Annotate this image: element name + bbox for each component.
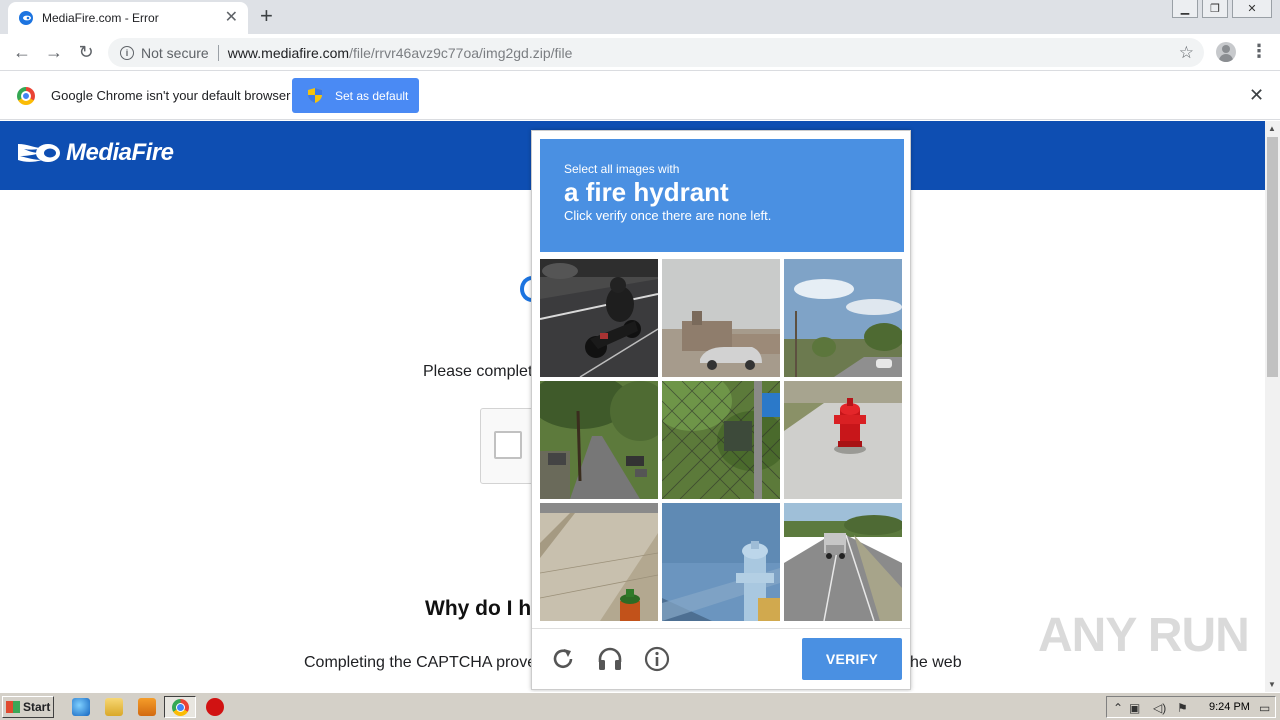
restore-icon[interactable]: ❐ [1202, 0, 1228, 18]
url-path: /file/rrvr46avz9c77oa/img2gd.zip/file [349, 44, 573, 61]
tile-motorcycle[interactable] [540, 259, 658, 377]
recaptcha-checkbox[interactable] [494, 431, 522, 459]
bookmark-star-icon[interactable]: ☆ [1179, 43, 1194, 63]
set-as-default-label: Set as default [335, 88, 409, 103]
start-button[interactable]: Start [2, 696, 54, 718]
set-as-default-button[interactable]: Set as default [292, 78, 419, 113]
reload-icon[interactable]: ↻ [76, 42, 96, 62]
mediafire-favicon-icon [19, 11, 33, 25]
chrome-taskbar-icon [172, 699, 189, 716]
info-icon[interactable]: i [120, 45, 134, 60]
mediafire-logo-text: MediaFire [66, 139, 174, 166]
uac-shield-icon [308, 88, 322, 103]
address-bar[interactable]: i Not secure www.mediafire.com/file/rrvr… [108, 38, 1204, 67]
start-label: Start [23, 700, 51, 714]
security-label: Not secure [141, 44, 209, 61]
infobar-close-icon[interactable]: ✕ [1249, 85, 1264, 105]
opera-icon[interactable] [206, 698, 224, 716]
profile-avatar-icon[interactable] [1216, 42, 1236, 62]
window-close-icon[interactable]: ✕ [1232, 0, 1272, 18]
windows-taskbar: Start ⌃ ▣ ◁) ⚑ 9:24 PM ▭ [0, 692, 1280, 720]
challenge-image-grid [540, 259, 904, 621]
tab-strip: MediaFire.com - Error ✕ + ▁ ❐ ✕ [0, 0, 1280, 34]
reload-challenge-icon[interactable] [550, 646, 576, 672]
action-center-flag-icon[interactable]: ⚑ [1177, 701, 1188, 715]
explanation-text: Completing the CAPTCHA prove [304, 654, 537, 671]
tile-sidewalk-hydrant[interactable] [540, 503, 658, 621]
volume-icon[interactable]: ◁) [1153, 701, 1166, 715]
challenge-target: a fire hydrant [564, 177, 729, 207]
default-browser-infobar: Google Chrome isn't your default browser… [0, 72, 1280, 120]
tile-highway-truck[interactable] [784, 503, 902, 621]
tab-mediafire[interactable]: MediaFire.com - Error ✕ [8, 2, 248, 34]
help-info-icon[interactable] [644, 646, 670, 672]
browser-toolbar: ← → ↻ i Not secure www.mediafire.com/fil… [0, 34, 1280, 71]
tile-blue-hydrant[interactable] [662, 503, 780, 621]
chrome-logo-icon [17, 87, 35, 105]
url-host: www.mediafire.com [227, 44, 350, 61]
verify-button[interactable]: VERIFY [802, 638, 902, 680]
challenge-hint: Click verify once there are none left. [564, 208, 772, 223]
new-tab-icon[interactable]: + [260, 5, 273, 27]
tab-close-icon[interactable]: ✕ [225, 10, 238, 26]
forward-arrow-icon[interactable]: → [44, 42, 64, 62]
media-player-icon[interactable] [138, 698, 156, 716]
back-arrow-icon[interactable]: ← [12, 42, 32, 62]
challenge-header: Select all images with a fire hydrant Cl… [540, 139, 904, 252]
scroll-up-icon[interactable]: ▲ [1268, 124, 1276, 133]
internet-explorer-icon[interactable] [72, 698, 90, 716]
captcha-instruction-text: Please complet [423, 363, 533, 380]
tile-road-sky[interactable] [784, 259, 902, 377]
tray-expand-icon[interactable]: ⌃ [1113, 701, 1123, 715]
scroll-down-icon[interactable]: ▼ [1268, 680, 1276, 689]
mediafire-logo[interactable]: MediaFire [16, 139, 174, 167]
tile-street-buildings[interactable] [662, 259, 780, 377]
infobar-message: Google Chrome isn't your default browser [51, 88, 291, 103]
omnibox-divider [217, 44, 219, 61]
tab-title: MediaFire.com - Error [42, 11, 159, 25]
window-controls: ▁ ❐ ✕ [1172, 0, 1272, 18]
network-icon[interactable]: ▣ [1129, 701, 1140, 715]
windows-flag-icon [6, 701, 20, 713]
tile-fence-sign[interactable] [662, 381, 780, 499]
minimize-icon[interactable]: ▁ [1172, 0, 1198, 18]
scroll-thumb[interactable] [1267, 137, 1278, 377]
tile-red-hydrant[interactable] [784, 381, 902, 499]
why-heading: Why do I h [425, 597, 532, 620]
system-tray: ⌃ ▣ ◁) ⚑ 9:24 PM ▭ [1106, 696, 1276, 718]
challenge-footer: VERIFY [532, 628, 910, 690]
mediafire-flame-icon [18, 144, 60, 162]
anyrun-watermark: ANY RUN [1038, 609, 1250, 662]
page-scrollbar[interactable]: ▲ ▼ [1265, 121, 1280, 692]
show-desktop-icon[interactable]: ▭ [1259, 701, 1270, 715]
tile-tree-street[interactable] [540, 381, 658, 499]
chrome-taskbar-button[interactable] [164, 696, 196, 718]
explanation-text-tail: he web [910, 654, 962, 671]
clock[interactable]: 9:24 PM [1209, 701, 1250, 713]
challenge-prompt: Select all images with [564, 162, 680, 176]
menu-kebab-icon[interactable]: ⋮ [1250, 41, 1268, 61]
audio-challenge-icon[interactable] [597, 646, 623, 672]
recaptcha-challenge: Select all images with a fire hydrant Cl… [531, 130, 911, 690]
file-explorer-icon[interactable] [105, 698, 123, 716]
